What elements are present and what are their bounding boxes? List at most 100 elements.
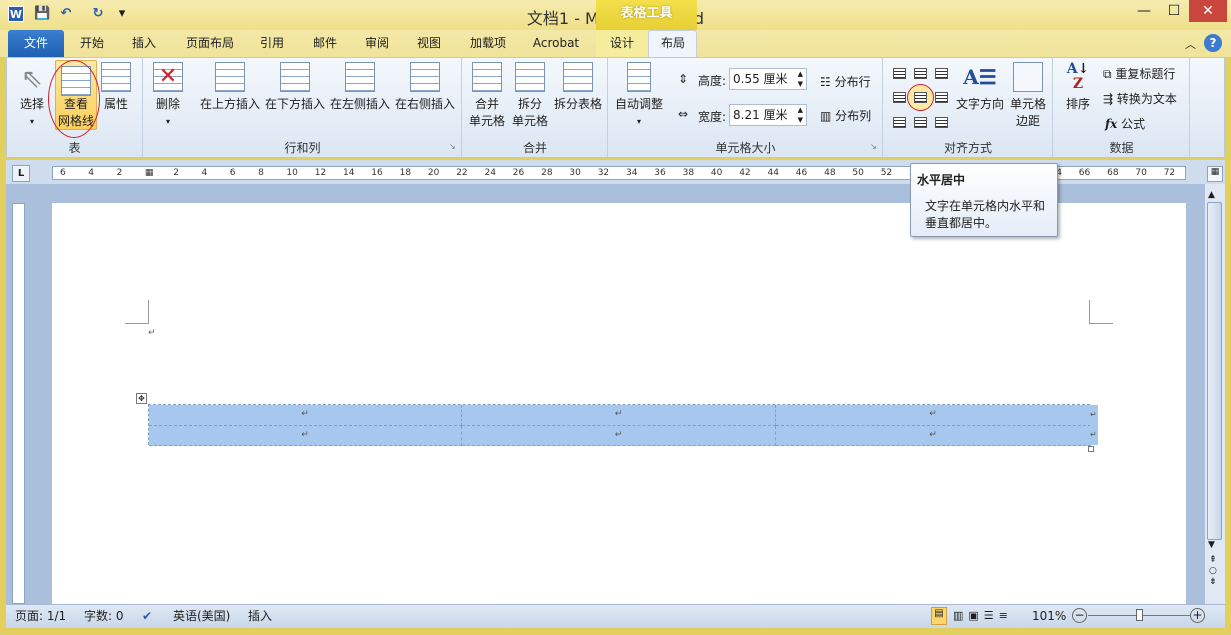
language[interactable]: 英语(美国)	[173, 608, 230, 624]
tab-layout[interactable]: 布局	[650, 30, 696, 57]
cell-margins-icon	[1013, 62, 1043, 92]
table-cell[interactable]: ↵	[776, 405, 1091, 426]
tab-stop-selector[interactable]: L	[12, 165, 30, 182]
view-ruler-icon[interactable]: ▦	[1207, 166, 1223, 182]
dialog-launcher-icon[interactable]: ↘	[870, 142, 877, 151]
align-middle-right-icon[interactable]	[935, 92, 948, 103]
scroll-up-icon[interactable]: ▲	[1208, 190, 1215, 200]
spinner-icon[interactable]: ▲ ▼	[798, 69, 803, 89]
merge-cells-button[interactable]: 合并 单元格	[466, 62, 508, 130]
tab-view[interactable]: 视图	[409, 30, 449, 57]
tooltip-title: 水平居中	[917, 173, 966, 187]
select-button[interactable]: ⇖ 选择 ▾	[14, 62, 50, 130]
properties-button[interactable]: 属性	[99, 62, 133, 113]
word-count[interactable]: 字数: 0	[84, 608, 124, 624]
tab-addins[interactable]: 加载项	[464, 30, 512, 57]
distribute-cols-label: 分布列	[835, 109, 872, 123]
convert-to-text-button[interactable]: ⇶ 转换为文本	[1103, 90, 1177, 107]
align-top-center-icon[interactable]	[914, 68, 927, 79]
ruler-tick-label: 10	[286, 168, 298, 178]
browse-object-icons[interactable]: ⇞ ○ ⇟	[1209, 555, 1217, 588]
height-input[interactable]: 0.55 厘米 ▲ ▼	[729, 68, 807, 90]
tab-acrobat[interactable]: Acrobat	[528, 30, 584, 57]
vertical-ruler[interactable]	[12, 203, 25, 604]
spinner-icon[interactable]: ▲ ▼	[798, 105, 803, 125]
tab-references[interactable]: 引用	[252, 30, 292, 57]
zoom-in-icon[interactable]: +	[1190, 608, 1205, 623]
table-cell[interactable]: ↵	[462, 426, 776, 446]
ruler-tick-label: 26	[512, 168, 525, 178]
distribute-rows-button[interactable]: ☷ 分布行	[820, 73, 871, 90]
align-bottom-right-icon[interactable]	[935, 117, 948, 128]
table-cell[interactable]: ↵	[462, 405, 776, 426]
table-resize-handle[interactable]	[1088, 446, 1094, 452]
repeat-header-button[interactable]: ⧉ 重复标题行	[1103, 65, 1175, 82]
maximize-button[interactable]: ☐	[1160, 0, 1188, 22]
tab-home[interactable]: 开始	[72, 30, 112, 57]
ruler-tick-label: 12	[314, 168, 327, 178]
ruler-tick-label: 48	[824, 168, 836, 178]
zoom-level[interactable]: 101%	[1032, 608, 1066, 624]
table-cell[interactable]: ↵	[149, 426, 462, 446]
width-input[interactable]: 8.21 厘米 ▲ ▼	[729, 104, 807, 126]
sort-button[interactable]: A↓ Z 排序	[1060, 62, 1096, 113]
tab-review[interactable]: 审阅	[357, 30, 397, 57]
collapse-ribbon-icon[interactable]: ︿	[1185, 36, 1196, 52]
text-direction-icon: A☰	[963, 65, 997, 89]
insert-below-button[interactable]: 在下方插入	[263, 62, 327, 113]
row-end-marks: ↵ ↵	[1090, 405, 1098, 445]
print-layout-view-icon[interactable]: ▤	[931, 607, 947, 625]
cell-margins-button[interactable]: 单元格 边距	[1008, 62, 1048, 130]
tab-insert[interactable]: 插入	[124, 30, 164, 57]
scrollbar-thumb[interactable]	[1207, 202, 1222, 540]
sort-az-icon: A↓ Z	[1066, 61, 1090, 92]
view-buttons[interactable]: ▥▣☰≡	[953, 608, 1013, 624]
tab-mailings[interactable]: 邮件	[305, 30, 345, 57]
minimize-button[interactable]: —	[1130, 0, 1158, 22]
dialog-launcher-icon[interactable]: ↘	[449, 142, 456, 151]
ruler-tick-label: 70	[1135, 168, 1147, 178]
height-label: 高度:	[698, 74, 727, 88]
tab-file[interactable]: 文件	[8, 30, 64, 57]
group-label: 数据	[1109, 141, 1134, 155]
align-bottom-center-icon[interactable]	[914, 117, 927, 128]
distribute-cols-button[interactable]: ▥ 分布列	[820, 107, 871, 124]
tab-page-layout[interactable]: 页面布局	[180, 30, 240, 57]
split-table-button[interactable]: 拆分表格	[552, 62, 604, 113]
align-bottom-left-icon[interactable]	[893, 117, 906, 128]
table[interactable]: ↵ ↵ ↵ ↵ ↵ ↵	[148, 404, 1091, 446]
tooltip-body: 文字在单元格内水平和 垂直都居中。	[925, 199, 1046, 230]
text-direction-label: 文字方向	[955, 97, 1004, 111]
tab-design[interactable]: 设计	[602, 30, 642, 57]
align-top-right-icon[interactable]	[935, 68, 948, 79]
insert-left-button[interactable]: 在左侧插入	[328, 62, 392, 113]
autofit-button[interactable]: 自动调整 ▾	[612, 62, 666, 130]
zoom-slider-thumb[interactable]	[1136, 609, 1144, 621]
page-count[interactable]: 页面: 1/1	[15, 608, 66, 624]
repeat-header-label: 重复标题行	[1115, 67, 1176, 81]
insert-right-button[interactable]: 在右侧插入	[393, 62, 457, 113]
annotation-circle	[48, 60, 100, 138]
help-icon[interactable]: ?	[1204, 34, 1222, 52]
table-move-handle[interactable]: ✥	[136, 393, 147, 404]
insert-mode[interactable]: 插入	[248, 608, 272, 624]
align-middle-left-icon[interactable]	[893, 92, 906, 103]
formula-button[interactable]: fx 公式	[1105, 115, 1145, 132]
close-button[interactable]: ✕	[1189, 0, 1227, 22]
delete-button[interactable]: ✕ 删除 ▾	[150, 62, 186, 130]
proofing-icon[interactable]: ✔	[142, 608, 152, 624]
split-cells-button[interactable]: 拆分 单元格	[509, 62, 551, 130]
table-cell[interactable]: ↵	[149, 405, 462, 426]
text-direction-button[interactable]: A☰ 文字方向	[954, 62, 1006, 113]
distribute-rows-icon: ☷	[820, 75, 831, 89]
ruler-tick-label: 40	[710, 168, 723, 178]
align-top-left-icon[interactable]	[893, 68, 906, 79]
zoom-out-icon[interactable]: −	[1072, 608, 1087, 623]
table-properties-icon	[101, 62, 131, 92]
scroll-down-icon[interactable]: ▼	[1208, 540, 1215, 550]
align-center-icon[interactable]	[914, 92, 927, 103]
merge-label: 单元格	[468, 114, 505, 128]
delete-table-icon: ✕	[153, 62, 183, 92]
insert-above-button[interactable]: 在上方插入	[198, 62, 262, 113]
table-cell[interactable]: ↵	[776, 426, 1091, 446]
